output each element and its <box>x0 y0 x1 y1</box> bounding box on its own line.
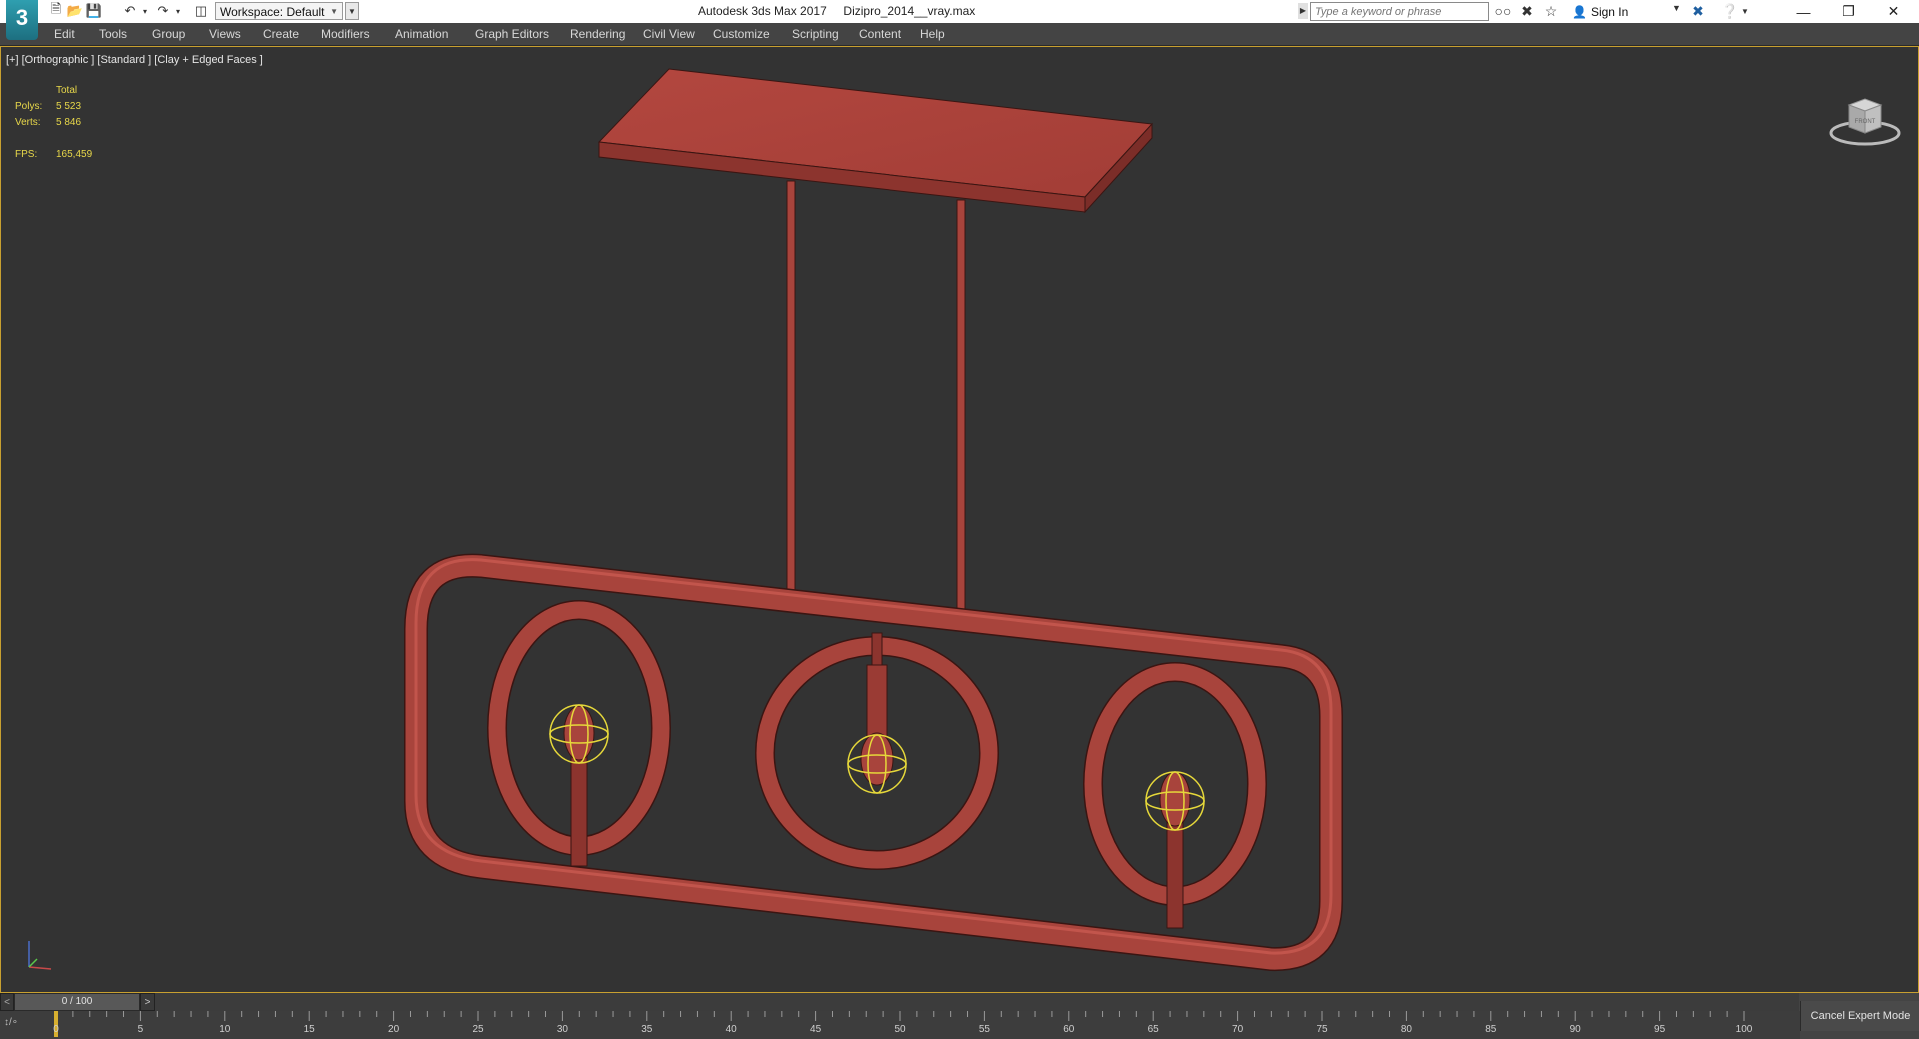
sign-in-dropdown-icon[interactable]: ▼ <box>1672 3 1681 13</box>
ruler-tick-label: 55 <box>978 1024 990 1035</box>
workspace-selector[interactable]: Workspace: Default ▼ <box>215 2 343 20</box>
time-slider[interactable]: 0 / 100 <box>14 993 140 1011</box>
app-logo-icon[interactable]: 3 <box>6 0 38 40</box>
viewcube-icon[interactable]: FRONT <box>1827 85 1903 149</box>
timeline: < 0 / 100 > ↕/∘ 0 5 10 15 20 25 30 35 40 45 50 55 60… <box>0 993 1919 1039</box>
timeline-next-button[interactable]: > <box>140 993 155 1011</box>
minimize-icon[interactable]: — <box>1781 0 1826 23</box>
suspension-rods[interactable] <box>782 180 970 624</box>
ruler-tick-label: 90 <box>1569 1024 1581 1035</box>
ruler-tick-label: 95 <box>1654 1024 1666 1035</box>
ruler-tick-label: 10 <box>219 1024 231 1035</box>
ruler-tick-label: 80 <box>1400 1024 1412 1035</box>
ruler-tick-label: 100 <box>1735 1024 1753 1035</box>
ruler-tick-label: 65 <box>1147 1024 1159 1035</box>
menu-edit[interactable]: Edit <box>54 27 75 41</box>
ruler-tick-label: 0 <box>53 1024 59 1035</box>
favorites-icon[interactable]: ✖ <box>1517 2 1537 20</box>
workspace-label: Workspace: Default <box>220 5 325 19</box>
menu-content[interactable]: Content <box>859 27 901 41</box>
track-bar-ruler[interactable]: ↕/∘ 0 5 10 15 20 25 30 35 40 45 50 55 60 65 70 75 80 85 90… <box>0 1011 1800 1039</box>
window-title: Autodesk 3ds Max 2017 Dizipro_2014__vray… <box>698 4 976 18</box>
scene-chandelier-model[interactable] <box>1 47 1918 992</box>
menu-help[interactable]: Help <box>920 27 945 41</box>
time-slider-track[interactable] <box>155 993 1799 1011</box>
canopy-plate[interactable] <box>597 68 1154 214</box>
menu-bar: Edit Tools Group Views Create Modifiers … <box>0 23 1919 46</box>
ruler-tick-label: 50 <box>894 1024 906 1035</box>
timeline-prev-button[interactable]: < <box>0 993 14 1011</box>
save-icon[interactable]: 💾 <box>86 3 102 19</box>
menu-customize[interactable]: Customize <box>713 27 770 41</box>
ruler-tick-label: 60 <box>1063 1024 1075 1035</box>
ruler-tick-label: 30 <box>556 1024 568 1035</box>
ruler-tick-label: 20 <box>388 1024 400 1035</box>
menu-modifiers[interactable]: Modifiers <box>321 27 370 41</box>
search-arrow-icon[interactable]: ▶ <box>1298 3 1308 19</box>
viewcube-face-label: FRONT <box>1855 119 1876 125</box>
axis-gizmo-icon <box>28 941 52 970</box>
exchange-icon[interactable]: ✖ <box>1688 2 1708 20</box>
title-bar: 3 🗎 📂 💾 ↶ ▾ ↷ ▾ ◫ Workspace: Default ▼ ▼… <box>0 0 1919 40</box>
chevron-down-icon: ▼ <box>330 7 338 16</box>
ruler-tick-label: 25 <box>472 1024 484 1035</box>
undo-icon[interactable]: ↶ <box>122 3 138 19</box>
sign-in-button[interactable]: 👤 Sign In <box>1572 3 1628 21</box>
menu-views[interactable]: Views <box>209 27 241 41</box>
undo-dropdown-icon[interactable]: ▾ <box>140 3 150 19</box>
search-input[interactable] <box>1310 2 1489 21</box>
menu-civil-view[interactable]: Civil View <box>643 27 695 41</box>
restore-icon[interactable]: ❐ <box>1826 0 1871 23</box>
star-icon[interactable]: ☆ <box>1541 2 1561 20</box>
binoculars-icon[interactable]: ○○ <box>1493 2 1513 20</box>
ruler-tick-label: 85 <box>1485 1024 1497 1035</box>
menu-scripting[interactable]: Scripting <box>792 27 839 41</box>
sign-in-label: Sign In <box>1590 5 1629 19</box>
user-icon: 👤 <box>1572 5 1587 19</box>
menu-rendering[interactable]: Rendering <box>570 27 625 41</box>
ruler-tick-label: 45 <box>810 1024 822 1035</box>
menu-tools[interactable]: Tools <box>99 27 127 41</box>
menu-graph-editors[interactable]: Graph Editors <box>475 27 549 41</box>
redo-icon[interactable]: ↷ <box>155 3 171 19</box>
viewport-orthographic[interactable]: [+] [Orthographic ] [Standard ] [Clay + … <box>0 46 1919 993</box>
ruler-tick-label: 15 <box>303 1024 315 1035</box>
menu-group[interactable]: Group <box>152 27 185 41</box>
ruler-tick-label: 5 <box>137 1024 144 1035</box>
menu-create[interactable]: Create <box>263 27 299 41</box>
ruler-tick-label: 75 <box>1316 1024 1328 1035</box>
ruler-tick-label: 70 <box>1232 1024 1244 1035</box>
ruler-tick-label: 40 <box>725 1024 737 1035</box>
ruler-tick-label: 35 <box>641 1024 653 1035</box>
quick-access-dropdown[interactable]: ▼ <box>345 2 359 20</box>
help-icon[interactable]: ❔ <box>1720 2 1740 20</box>
redo-dropdown-icon[interactable]: ▾ <box>173 3 183 19</box>
open-file-icon[interactable]: 📂 <box>67 3 83 19</box>
close-icon[interactable]: ✕ <box>1871 0 1916 23</box>
menu-animation[interactable]: Animation <box>395 27 448 41</box>
help-dropdown-icon[interactable]: ▼ <box>1740 2 1750 20</box>
new-file-icon[interactable]: 🗎 <box>48 1 64 19</box>
cancel-expert-mode-button[interactable]: Cancel Expert Mode <box>1800 1001 1919 1031</box>
project-icon[interactable]: ◫ <box>193 3 209 19</box>
